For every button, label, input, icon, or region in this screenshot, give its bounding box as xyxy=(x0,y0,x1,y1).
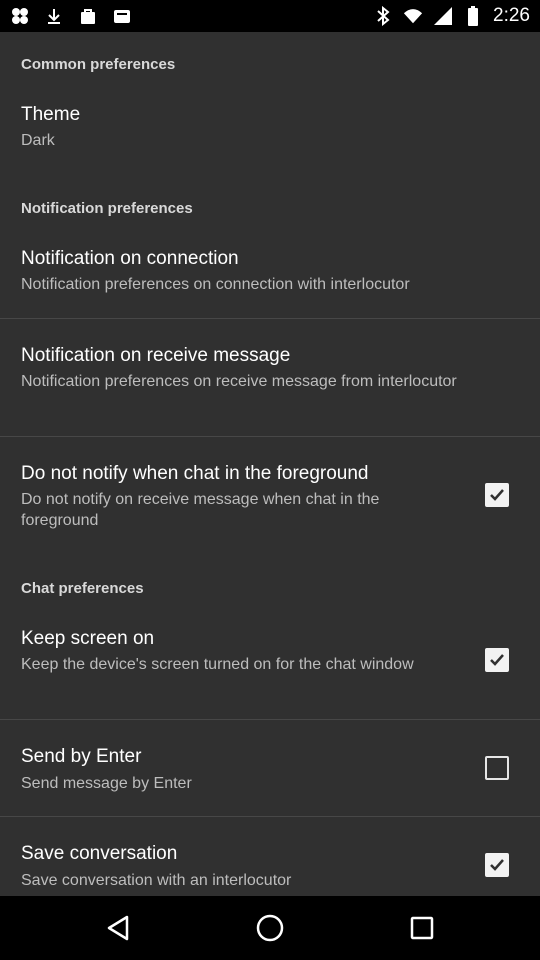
section-header-common: Common preferences xyxy=(21,56,176,73)
download-icon xyxy=(44,6,64,26)
pref-notification-on-connection-title: Notification on connection xyxy=(21,248,239,269)
google-photos-icon xyxy=(10,6,30,26)
pref-send-by-enter-summary: Send message by Enter xyxy=(21,775,192,792)
pref-send-by-enter-title: Send by Enter xyxy=(21,746,142,767)
save-conversation-checkbox[interactable] xyxy=(485,853,509,877)
pref-keep-screen-on-title: Keep screen on xyxy=(21,628,155,649)
pref-save-conversation-title: Save conversation xyxy=(21,843,178,864)
back-icon[interactable] xyxy=(98,908,138,948)
send-by-enter-checkbox[interactable] xyxy=(485,756,509,780)
bluetooth-icon xyxy=(373,6,393,26)
store-bag-icon xyxy=(78,6,98,26)
divider xyxy=(0,816,540,817)
navigation-bar xyxy=(0,896,540,960)
wallet-icon xyxy=(112,6,132,26)
pref-notification-on-connection-summary: Notification preferences on connection w… xyxy=(21,276,410,293)
pref-theme-title: Theme xyxy=(21,104,81,125)
recents-icon[interactable] xyxy=(402,908,442,948)
divider xyxy=(0,719,540,720)
pref-notification-on-receive-summary: Notification preferences on receive mess… xyxy=(21,373,457,390)
divider xyxy=(0,436,540,437)
do-not-notify-checkbox[interactable] xyxy=(485,483,509,507)
section-header-chat: Chat preferences xyxy=(21,580,144,597)
pref-theme[interactable]: Theme Dark xyxy=(0,90,540,200)
wifi-icon xyxy=(403,6,423,26)
signal-icon xyxy=(433,6,453,26)
keep-screen-on-checkbox[interactable] xyxy=(485,648,509,672)
pref-notification-on-connection[interactable]: Notification on connection Notification … xyxy=(0,234,540,318)
pref-save-conversation[interactable]: Save conversation Save conversation with… xyxy=(0,829,540,896)
battery-icon xyxy=(463,6,483,26)
section-header-notification: Notification preferences xyxy=(21,200,193,217)
pref-do-not-notify-title: Do not notify when chat in the foregroun… xyxy=(21,463,369,484)
pref-keep-screen-on[interactable]: Keep screen on Keep the device's screen … xyxy=(0,614,540,719)
home-icon[interactable] xyxy=(250,908,290,948)
pref-save-conversation-summary: Save conversation with an interlocutor xyxy=(21,872,292,889)
pref-do-not-notify-summary: Do not notify on receive message when ch… xyxy=(21,491,380,529)
pref-do-not-notify[interactable]: Do not notify when chat in the foregroun… xyxy=(0,449,540,564)
pref-theme-summary: Dark xyxy=(21,132,55,149)
status-bar: 2:26 xyxy=(0,0,540,32)
pref-send-by-enter[interactable]: Send by Enter Send message by Enter xyxy=(0,732,540,816)
pref-keep-screen-on-summary: Keep the device's screen turned on for t… xyxy=(21,656,414,673)
pref-notification-on-receive-title: Notification on receive message xyxy=(21,345,291,366)
pref-notification-on-receive[interactable]: Notification on receive message Notifica… xyxy=(0,331,540,436)
status-time: 2:26 xyxy=(493,5,530,26)
settings-list[interactable]: Common preferences Theme Dark Notificati… xyxy=(0,32,540,896)
divider xyxy=(0,318,540,319)
